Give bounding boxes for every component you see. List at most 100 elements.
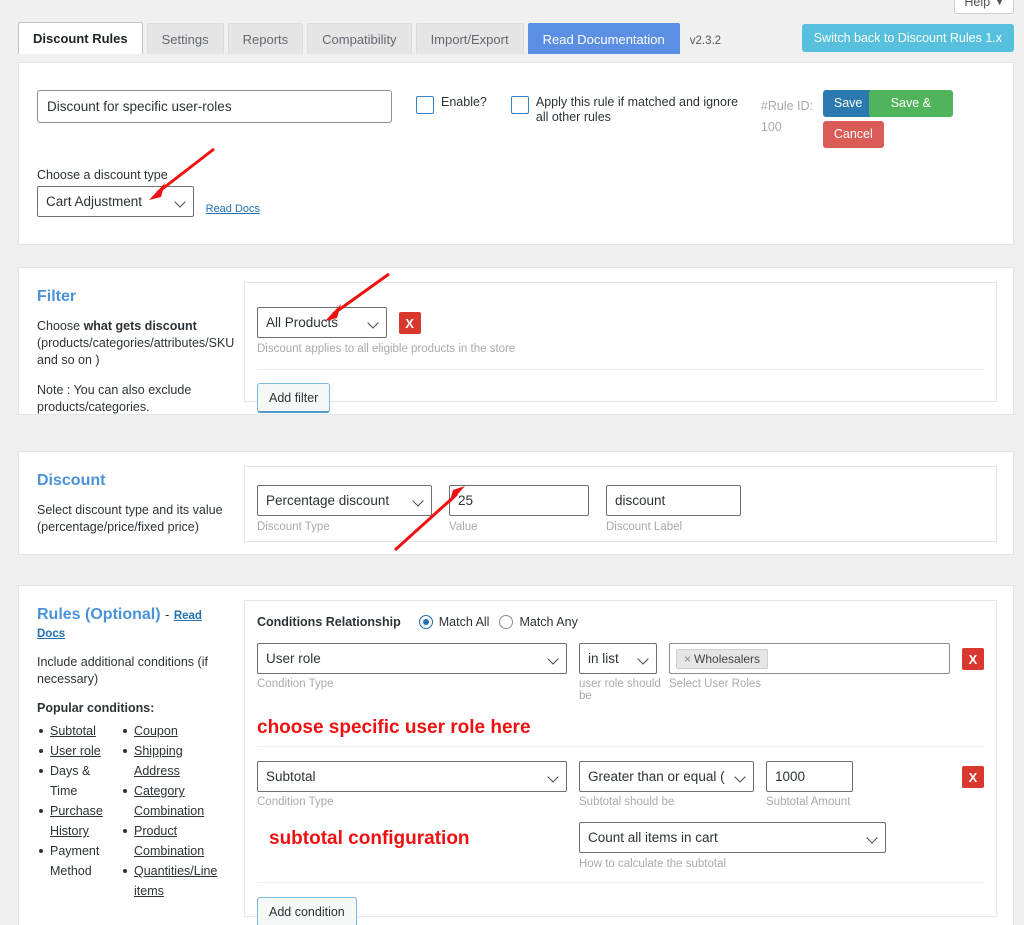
remove-condition-1-button[interactable]: X	[962, 647, 984, 670]
condition-2-amount-input[interactable]	[766, 761, 853, 792]
condition-1-type-select[interactable]: User role	[257, 643, 567, 674]
list-item[interactable]: Days & Time	[37, 761, 117, 801]
filter-note: Discount applies to all eligible product…	[257, 343, 516, 355]
list-item[interactable]: Quantities/Line items	[121, 861, 217, 901]
add-filter-button[interactable]: Add filter	[257, 383, 331, 413]
cond-link-purchase-history[interactable]: Purchase History	[50, 804, 103, 838]
rule-title-row: Enable? Apply this rule if matched and i…	[37, 90, 1003, 148]
tab-bar: Discount Rules Settings Reports Compatib…	[18, 22, 1014, 54]
condition-2-operator-select[interactable]: Greater than or equal ( >= )	[579, 761, 754, 792]
discount-value-input[interactable]	[449, 485, 589, 516]
add-condition-button[interactable]: Add condition	[257, 897, 357, 925]
remove-condition-2-button[interactable]: X	[962, 765, 984, 788]
condition-2-calc-sublabel: How to calculate the subtotal	[579, 858, 727, 870]
popular-conditions-col-2: Coupon Shipping Address Category Combina…	[121, 721, 217, 901]
cond-link-user-role[interactable]: User role	[50, 744, 101, 758]
rule-header-panel: Enable? Apply this rule if matched and i…	[18, 62, 1014, 245]
discount-desc: Select discount type and its value (perc…	[37, 503, 223, 534]
cond-link-payment-method: Payment Method	[50, 844, 100, 878]
list-item[interactable]: Payment Method	[37, 841, 117, 881]
help-button[interactable]: Help ▼	[954, 0, 1014, 14]
tab-discount-rules[interactable]: Discount Rules	[18, 22, 143, 54]
list-item[interactable]: Shipping Address	[121, 741, 207, 781]
filter-select-wrap[interactable]: All Products	[257, 307, 387, 338]
discount-type-group: Percentage discount Discount Type	[257, 485, 432, 533]
enable-checkbox-group[interactable]: Enable?	[416, 90, 487, 138]
cond-link-product-combination[interactable]: Product Combination	[134, 824, 204, 858]
list-item[interactable]: Coupon	[121, 721, 207, 741]
list-item[interactable]: Subtotal	[37, 721, 117, 741]
condition-2-controls: Subtotal Greater than or equal ( >= ) X	[257, 761, 984, 792]
tab-reports[interactable]: Reports	[227, 23, 304, 54]
rule-id-value: 100	[760, 120, 782, 134]
discount-type-select-2[interactable]: Percentage discount	[257, 485, 432, 516]
discount-type-select-wrap[interactable]: Cart Adjustment	[37, 186, 194, 217]
chevron-down-icon: ▼	[995, 0, 1004, 7]
apply-rule-checkbox-group[interactable]: Apply this rule if matched and ignore al…	[510, 90, 741, 138]
enable-checkbox[interactable]	[416, 96, 434, 114]
rule-id-label: #Rule ID:	[760, 99, 813, 113]
rules-desc: Include additional conditions (if necess…	[37, 655, 208, 686]
condition-2-type-select[interactable]: Subtotal	[257, 761, 567, 792]
rules-heading-separator: -	[165, 607, 170, 622]
radio-match-any[interactable]	[499, 615, 514, 629]
list-item[interactable]: Category Combination	[121, 781, 207, 821]
cancel-button[interactable]: Cancel	[822, 121, 884, 148]
admin-page: Help ▼ Discount Rules Settings Reports C…	[0, 0, 1024, 925]
list-item[interactable]: User role	[37, 741, 117, 761]
token-remove-icon[interactable]: ×	[684, 652, 691, 666]
cond-link-shipping-address[interactable]: Shipping Address	[134, 744, 183, 778]
discount-heading: Discount	[37, 472, 106, 489]
rule-action-buttons: Save Save & Close Cancel	[822, 90, 953, 148]
conditions-relationship-row: Conditions Relationship Match All Match …	[245, 601, 996, 629]
cond-link-category-combination[interactable]: Category Combination	[134, 784, 204, 818]
save-and-close-button[interactable]: Save & Close	[868, 90, 953, 137]
radio-match-any-label: Match Any	[519, 615, 578, 629]
tab-read-documentation[interactable]: Read Documentation	[527, 23, 680, 54]
condition-row-1: User role in list × Wholesalers X Conditi…	[245, 643, 996, 747]
condition-1-operator-sublabel: user role should be	[579, 678, 661, 702]
token-label: Wholesalers	[694, 651, 761, 666]
filter-heading: Filter	[37, 288, 77, 305]
condition-2-type-wrap[interactable]: Subtotal	[257, 761, 567, 792]
switch-back-button[interactable]: Switch back to Discount Rules 1.x	[801, 24, 1014, 52]
discount-type-select-wrap-2[interactable]: Percentage discount	[257, 485, 432, 516]
discount-type-read-docs-link[interactable]: Read Docs	[206, 203, 260, 215]
cond-link-subtotal[interactable]: Subtotal	[50, 724, 96, 738]
apply-rule-checkbox[interactable]	[510, 96, 529, 114]
condition-1-operator-wrap[interactable]: in list	[579, 643, 657, 674]
discount-type-select[interactable]: Cart Adjustment	[37, 186, 194, 217]
condition-1-type-wrap[interactable]: User role	[257, 643, 567, 674]
filter-desc-2: Note : You can also exclude products/cat…	[37, 383, 192, 414]
tab-settings[interactable]: Settings	[146, 23, 224, 54]
condition-1-controls: User role in list × Wholesalers X	[257, 643, 984, 674]
condition-2-calc-select[interactable]: Count all items in cart	[579, 822, 886, 853]
cond-link-quantities-line-items[interactable]: Quantities/Line items	[134, 864, 217, 898]
condition-1-operator-select[interactable]: in list	[579, 643, 657, 674]
remove-filter-button[interactable]: X	[398, 311, 421, 334]
enable-label: Enable?	[441, 95, 487, 109]
discount-content: Percentage discount Discount Type Value …	[244, 466, 997, 542]
condition-1-sublabels: Condition Type user role should be Selec…	[257, 678, 984, 702]
radio-match-all[interactable]	[418, 615, 433, 629]
list-item[interactable]: Purchase History	[37, 801, 117, 841]
discount-type-field: Choose a discount type Cart Adjustment R…	[37, 168, 260, 217]
discount-label-input[interactable]	[606, 485, 741, 516]
filter-target-select[interactable]: All Products	[257, 307, 387, 338]
popular-conditions-title: Popular conditions:	[37, 701, 155, 715]
cond-link-coupon[interactable]: Coupon	[134, 724, 178, 738]
rule-title-input[interactable]	[37, 90, 392, 123]
list-item[interactable]: Product Combination	[121, 821, 207, 861]
tab-compatibility[interactable]: Compatibility	[307, 23, 412, 54]
tab-import-export[interactable]: Import/Export	[415, 23, 524, 54]
discount-panel: Discount Select discount type and its va…	[18, 451, 1014, 555]
condition-2-calc-wrap[interactable]: Count all items in cart	[579, 822, 886, 853]
condition-row-2: Subtotal Greater than or equal ( >= ) X …	[245, 761, 996, 925]
token-wholesalers[interactable]: × Wholesalers	[676, 648, 769, 669]
filter-divider	[257, 369, 984, 370]
condition-1-roles-field[interactable]: × Wholesalers	[669, 643, 950, 674]
save-button[interactable]: Save	[822, 90, 874, 117]
filter-description: Filter Choose what gets discount (produc…	[37, 288, 234, 429]
discount-value-sublabel: Value	[449, 521, 478, 533]
condition-2-operator-wrap[interactable]: Greater than or equal ( >= )	[579, 761, 754, 792]
